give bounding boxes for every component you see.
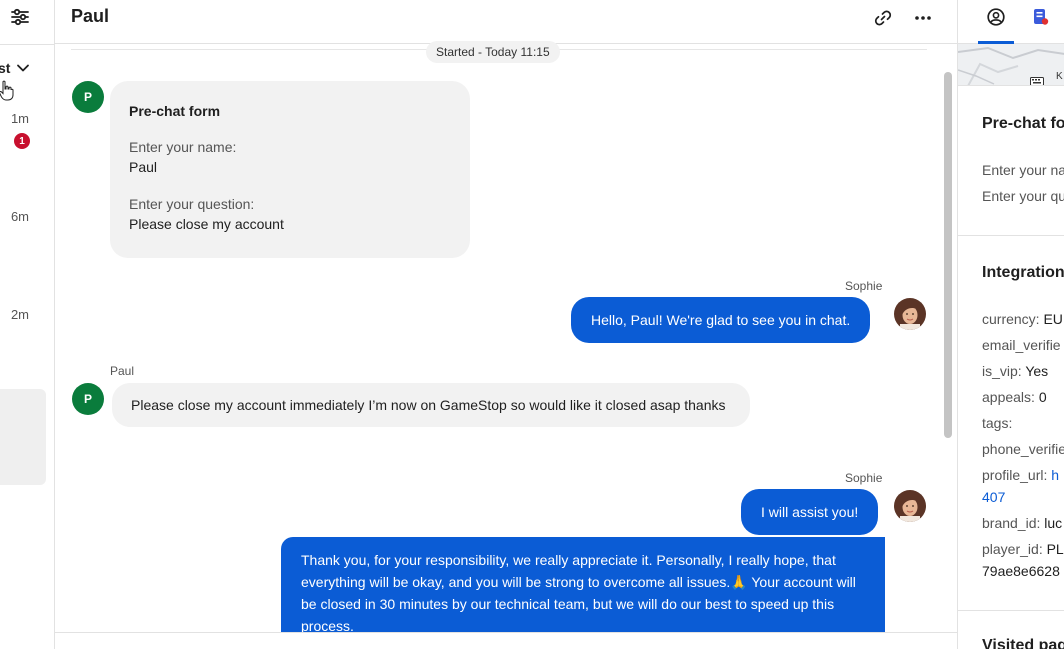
integration-row: brand_id: luc: [982, 515, 1063, 531]
agent-message-bubble: Thank you, for your responsibility, we r…: [281, 537, 885, 635]
chevron-down-icon: [17, 64, 30, 72]
agent-message-bubble: Hello, Paul! We're glad to see you in ch…: [571, 297, 871, 343]
prechat-form-bubble: Pre-chat form Enter your name: Paul Ente…: [110, 81, 470, 258]
integration-row: currency: EU: [982, 311, 1063, 327]
message-composer[interactable]: [55, 633, 957, 649]
list-item-time: 6m: [10, 209, 29, 224]
prechat-row: Enter your na: [982, 162, 1064, 178]
list-selector-label: st: [0, 60, 11, 76]
sender-name: Paul: [110, 364, 135, 378]
sender-name: Sophie: [845, 279, 883, 293]
unread-count-badge: 1: [14, 133, 30, 149]
name-value: Paul: [129, 159, 158, 175]
details-tabs: [958, 0, 1064, 44]
tab-customer-info[interactable]: [978, 0, 1014, 44]
notes-icon: [1034, 9, 1049, 25]
question-value: Please close my account: [129, 216, 284, 232]
avatar: P: [72, 81, 104, 113]
conversation-start-label: Started - Today 11:15: [426, 41, 560, 63]
header-divider: [0, 44, 54, 45]
map-thumbnail[interactable]: K: [958, 44, 1064, 86]
sender-name: Sophie: [845, 471, 883, 485]
chat-header: Paul: [55, 0, 957, 44]
hand-cursor-icon: [0, 80, 15, 102]
integration-row: tags:: [982, 415, 1013, 431]
link-icon[interactable]: [873, 8, 893, 28]
list-item-time: 2m: [10, 307, 29, 322]
tab-notes[interactable]: [1030, 0, 1054, 44]
prechat-form-title: Pre-chat form: [129, 103, 221, 119]
visited-pages-title: Visited pag: [982, 637, 1064, 649]
integration-row-continued: 407: [982, 489, 1005, 505]
integration-section-title: Integration: [982, 264, 1064, 281]
avatar: P: [72, 383, 104, 415]
more-options-icon[interactable]: [913, 8, 933, 28]
integration-row: email_verifie: [982, 337, 1061, 353]
list-selector-dropdown[interactable]: st: [0, 60, 30, 76]
integration-row: phone_verifie: [982, 441, 1064, 457]
integration-row: is_vip: Yes: [982, 363, 1049, 379]
question-label: Enter your question:: [129, 196, 255, 212]
avatar: [894, 490, 926, 522]
section-divider: [958, 610, 1064, 611]
name-label: Enter your name:: [129, 139, 237, 155]
avatar: [894, 298, 926, 330]
filter-sliders-icon[interactable]: [10, 8, 30, 26]
conversation-list-panel: st 1m 1 6m 2m: [0, 0, 55, 649]
section-divider: [958, 235, 1064, 236]
integration-row: profile_url: h: [982, 467, 1060, 483]
scrollbar-thumb[interactable]: [944, 72, 952, 438]
integration-row: appeals: 0: [982, 389, 1047, 405]
agent-message-bubble: I will assist you!: [741, 489, 879, 535]
customer-details-panel: K Pre-chat fo Enter your na Enter your q…: [957, 0, 1064, 649]
integration-row: player_id: PL: [982, 541, 1064, 557]
integration-row-continued: 79ae8e6628: [982, 563, 1060, 579]
keyboard-icon: [1030, 73, 1044, 85]
map-label: K: [1056, 71, 1063, 82]
prechat-row: Enter your qu: [982, 188, 1064, 204]
profile-url-link[interactable]: 407: [982, 489, 1005, 505]
list-item-selected[interactable]: [0, 389, 46, 485]
user-circle-icon: [987, 8, 1005, 26]
conversation-panel: Paul Started - Today 11:15 P Pre-chat fo…: [55, 0, 957, 649]
page-title: Paul: [71, 6, 110, 26]
prechat-section-title: Pre-chat fo: [982, 115, 1064, 132]
customer-message-bubble: Please close my account immediately I’m …: [112, 383, 750, 427]
profile-url-link[interactable]: h: [1051, 467, 1059, 483]
list-item-time: 1m: [10, 111, 29, 126]
